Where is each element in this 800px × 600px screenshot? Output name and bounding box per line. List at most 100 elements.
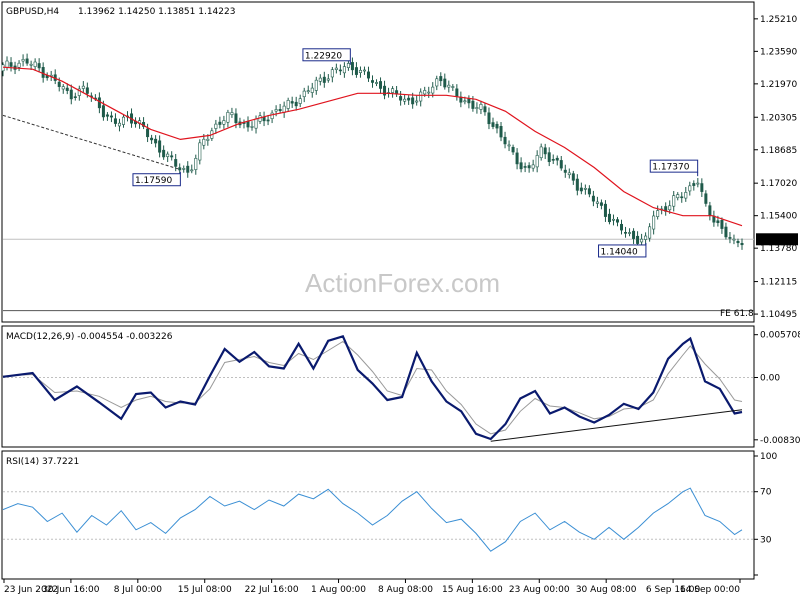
price-annotation-label: 1.14040 bbox=[601, 247, 638, 257]
candle-body bbox=[379, 81, 383, 89]
candle-body bbox=[684, 192, 688, 199]
candle-body bbox=[234, 113, 238, 124]
candle-body bbox=[254, 118, 258, 129]
price-tick-label: 1.18685 bbox=[760, 146, 797, 156]
candle-body bbox=[186, 165, 190, 173]
candle-body bbox=[113, 118, 117, 124]
price-tick-label: 1.20305 bbox=[760, 113, 797, 123]
candle-body bbox=[539, 146, 543, 159]
candle-body bbox=[471, 100, 475, 109]
candle-body bbox=[105, 114, 109, 117]
candle-body bbox=[246, 121, 250, 128]
candle-body bbox=[298, 98, 302, 104]
candle-body bbox=[206, 138, 210, 141]
candle-body bbox=[692, 183, 696, 186]
symbol-label: GBPUSD,H4 bbox=[6, 7, 59, 17]
x-tick-label: 22 Jul 16:00 bbox=[245, 585, 299, 595]
candle-body bbox=[286, 100, 290, 109]
candle-body bbox=[640, 238, 644, 243]
candle-body bbox=[194, 158, 198, 170]
candle-body bbox=[700, 183, 704, 192]
candle-body bbox=[25, 58, 29, 64]
watermark: ActionForex.com bbox=[305, 268, 500, 298]
price-tick-label: 1.25210 bbox=[760, 15, 797, 25]
candle-body bbox=[628, 232, 632, 234]
candle-body bbox=[708, 205, 712, 216]
candle-body bbox=[503, 136, 507, 145]
candle-body bbox=[451, 86, 455, 88]
candle-body bbox=[447, 84, 451, 88]
price-annotation-label: 1.17370 bbox=[652, 163, 689, 173]
candle-body bbox=[407, 97, 411, 101]
candle-body bbox=[338, 69, 342, 72]
candle-body bbox=[214, 123, 218, 129]
candle-body bbox=[314, 79, 318, 91]
candle-body bbox=[41, 67, 45, 78]
candle-body bbox=[218, 121, 222, 125]
candle-body bbox=[559, 160, 563, 169]
candle-body bbox=[467, 98, 471, 104]
candle-body bbox=[21, 59, 25, 62]
candle-body bbox=[579, 187, 583, 192]
candle-body bbox=[475, 107, 479, 109]
price-tick-label: 1.10495 bbox=[760, 310, 797, 320]
candle-body bbox=[507, 144, 511, 147]
price-tick-label: 1.12115 bbox=[760, 278, 797, 288]
candle-body bbox=[178, 167, 182, 171]
x-tick-label: 8 Jul 00:00 bbox=[114, 585, 163, 595]
candle-body bbox=[170, 155, 174, 158]
candle-body bbox=[487, 112, 491, 125]
candle-body bbox=[146, 128, 150, 138]
candle-body bbox=[411, 97, 415, 105]
candle-body bbox=[182, 168, 186, 170]
candle-body bbox=[680, 196, 684, 199]
rsi-title: RSI(14) 37.7221 bbox=[6, 457, 79, 467]
candle-body bbox=[615, 219, 619, 223]
macd-tick-label: 0.005708 bbox=[760, 331, 800, 341]
candle-body bbox=[736, 240, 740, 244]
candle-body bbox=[672, 195, 676, 207]
candle-body bbox=[326, 78, 330, 81]
candle-body bbox=[391, 88, 395, 93]
candle-body bbox=[202, 138, 206, 146]
candle-body bbox=[162, 149, 166, 158]
candle-body bbox=[535, 155, 539, 168]
candle-body bbox=[551, 159, 555, 161]
candle-body bbox=[443, 78, 447, 88]
candle-body bbox=[716, 220, 720, 224]
ohlc-readout: 1.13962 1.14250 1.13851 1.14223 bbox=[78, 7, 235, 17]
candle-body bbox=[547, 152, 551, 163]
candle-body bbox=[599, 202, 603, 206]
candle-body bbox=[57, 81, 61, 87]
candle-body bbox=[543, 147, 547, 155]
candle-body bbox=[362, 69, 366, 72]
rsi-panel-frame bbox=[1, 450, 755, 580]
candle-body bbox=[294, 101, 298, 107]
candle-body bbox=[624, 232, 628, 234]
candle-body bbox=[109, 115, 113, 118]
candle-body bbox=[101, 105, 105, 118]
candle-body bbox=[704, 193, 708, 204]
candle-body bbox=[439, 76, 443, 82]
x-tick-label: 1 Aug 00:00 bbox=[311, 585, 366, 595]
candle-body bbox=[644, 235, 648, 240]
candle-body bbox=[479, 104, 483, 110]
candle-body bbox=[555, 157, 559, 161]
candle-body bbox=[728, 237, 732, 239]
candle-body bbox=[302, 90, 306, 98]
candle-body bbox=[166, 153, 170, 157]
candle-body bbox=[648, 226, 652, 239]
candle-body bbox=[696, 182, 700, 185]
candle-body bbox=[150, 137, 154, 141]
price-tick-label: 1.17020 bbox=[760, 179, 797, 189]
x-tick-label: 30 Aug 08:00 bbox=[576, 585, 637, 595]
candle-body bbox=[226, 111, 230, 123]
candle-body bbox=[419, 91, 423, 102]
candle-body bbox=[636, 235, 640, 244]
candle-body bbox=[403, 98, 407, 102]
candle-body bbox=[511, 146, 515, 153]
candle-body bbox=[190, 169, 194, 172]
candle-body bbox=[499, 126, 503, 138]
x-tick-label: 30 Jun 16:00 bbox=[42, 585, 99, 595]
price-tick-label: 1.23590 bbox=[760, 47, 797, 57]
